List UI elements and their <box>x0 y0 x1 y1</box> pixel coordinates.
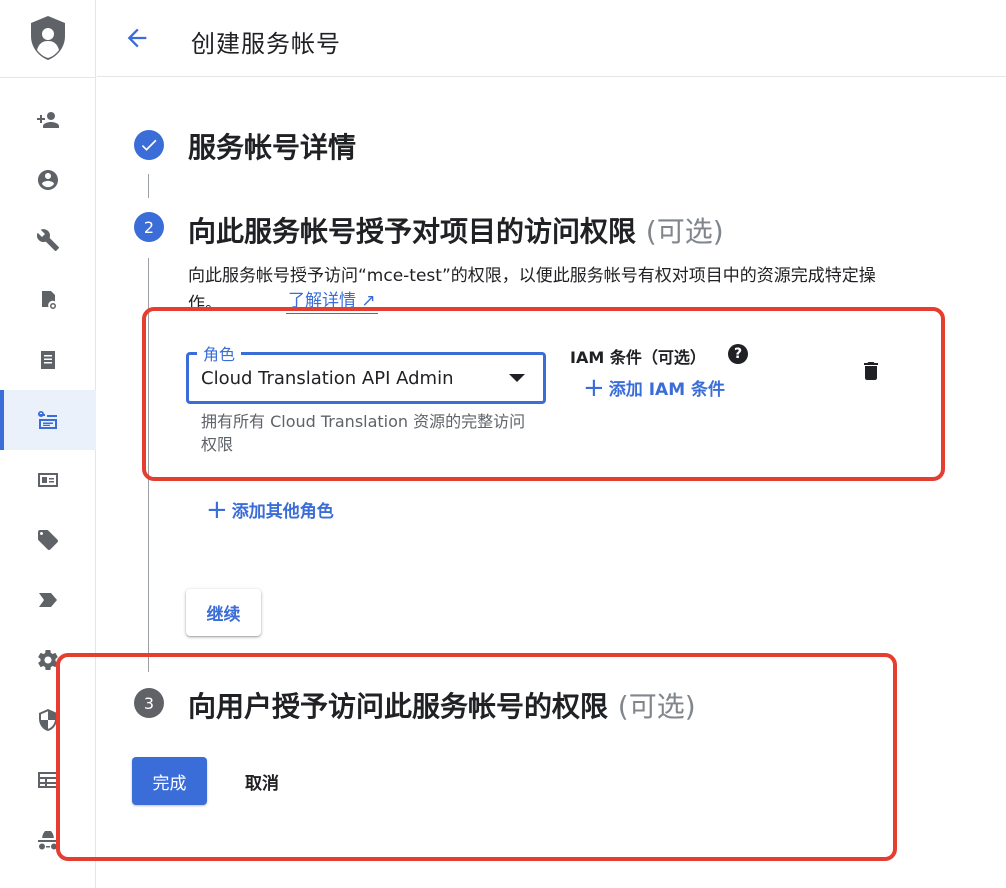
role-value: Cloud Translation API Admin <box>201 368 454 389</box>
step-1-title[interactable]: 服务帐号详情 <box>188 126 356 166</box>
add-role-label: 添加其他角色 <box>231 502 334 522</box>
iam-shield-logo-icon <box>31 16 65 60</box>
add-iam-condition-button[interactable]: + 添加 IAM 条件 <box>583 372 726 403</box>
sidebar-item-quotas[interactable] <box>0 750 96 810</box>
spy-icon <box>38 831 58 850</box>
step-2-optional: (可选) <box>645 215 724 248</box>
wrench-icon <box>36 229 59 251</box>
add-iam-condition-label: 添加 IAM 条件 <box>608 380 726 400</box>
step-complete-check-icon <box>134 130 164 160</box>
page-title: 创建服务帐号 <box>191 30 341 58</box>
audit-document-icon <box>42 291 56 309</box>
sidebar-item-labels[interactable] <box>0 510 96 570</box>
sidebar-item-service-accounts[interactable] <box>0 390 96 450</box>
page-header: 创建服务帐号 <box>97 0 1006 77</box>
plus-icon: + <box>583 372 605 403</box>
account-circle-icon <box>38 170 58 190</box>
sidebar-item-identity[interactable] <box>0 150 96 210</box>
cancel-button[interactable]: 取消 <box>232 757 292 805</box>
learn-more-link[interactable]: 了解详情 ↗ <box>286 290 378 314</box>
sidebar-item-groups[interactable] <box>0 810 96 870</box>
tag-icon <box>38 530 58 550</box>
sidebar-divider <box>0 77 96 78</box>
sidebar-item-iam[interactable] <box>0 90 96 150</box>
delete-trash-icon[interactable] <box>859 359 883 383</box>
plus-icon: + <box>206 494 228 525</box>
table-icon <box>38 772 58 788</box>
step-connector <box>148 174 149 198</box>
step-3-optional: (可选) <box>617 690 696 723</box>
step-2-title: 向此服务帐号授予对项目的访问权限 (可选) <box>188 210 724 250</box>
sidebar-item-troubleshooter[interactable] <box>0 210 96 270</box>
back-arrow-icon[interactable] <box>123 24 151 52</box>
step-3-number: 3 <box>134 688 164 718</box>
step-3-title-text: 向用户授予访问此服务帐号的权限 <box>188 690 609 723</box>
step-2-number: 2 <box>134 212 164 242</box>
sidebar-item-workload-identity[interactable] <box>0 450 96 510</box>
sidebar-item-settings[interactable] <box>0 630 96 690</box>
id-card-icon <box>38 473 58 487</box>
label-arrow-icon <box>39 593 57 607</box>
shield-icon <box>39 709 57 731</box>
done-button[interactable]: 完成 <box>132 757 207 805</box>
sidebar-item-org-policies[interactable] <box>0 330 96 390</box>
continue-button[interactable]: 继续 <box>186 589 261 636</box>
step-2-title-text: 向此服务帐号授予对项目的访问权限 <box>188 215 637 248</box>
list-document-icon <box>41 351 55 369</box>
sidebar-item-policy-analyzer[interactable] <box>0 270 96 330</box>
role-label: 角色 <box>197 341 242 365</box>
step-connector <box>148 258 149 672</box>
step-3-title[interactable]: 向用户授予访问此服务帐号的权限 (可选) <box>188 685 696 725</box>
add-person-icon <box>37 112 59 128</box>
add-another-role-button[interactable]: + 添加其他角色 <box>206 494 334 525</box>
service-account-icon <box>38 411 57 429</box>
role-help-text: 拥有所有 Cloud Translation 资源的完整访问权限 <box>201 412 526 454</box>
gear-icon <box>38 650 58 671</box>
dropdown-arrow-icon <box>509 374 525 382</box>
sidebar <box>0 0 96 888</box>
sidebar-item-tags[interactable] <box>0 570 96 630</box>
iam-condition-label: IAM 条件（可选） <box>570 348 706 367</box>
help-icon[interactable]: ? <box>728 344 748 364</box>
sidebar-item-privacy-security[interactable] <box>0 690 96 750</box>
role-select[interactable]: 角色 Cloud Translation API Admin <box>186 341 546 404</box>
